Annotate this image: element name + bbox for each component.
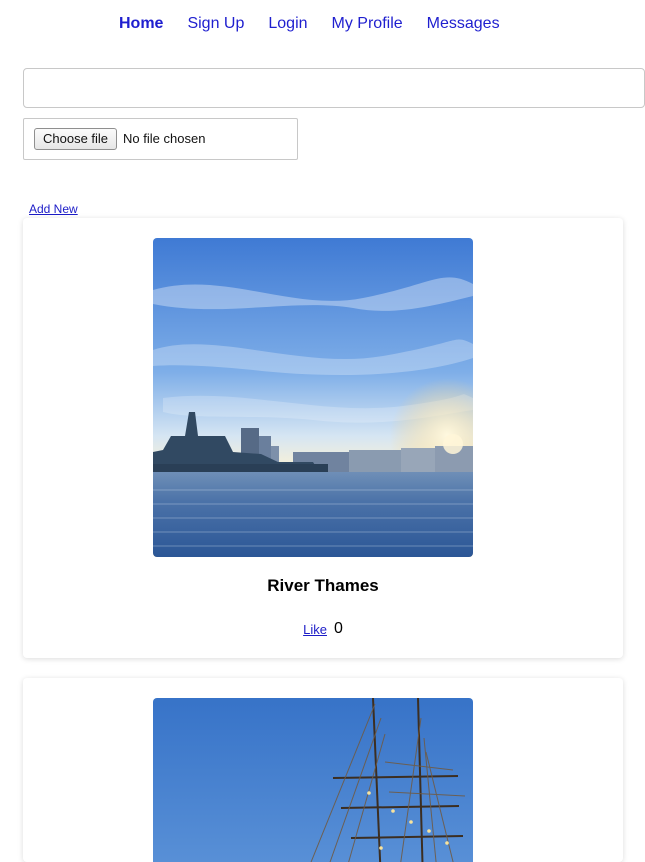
nav-sign-up[interactable]: Sign Up xyxy=(187,14,244,34)
post-title-input[interactable] xyxy=(23,68,645,108)
file-upload-field[interactable]: Choose file No file chosen xyxy=(23,118,298,160)
ship-rigging-photo xyxy=(153,698,473,862)
like-button[interactable]: Like xyxy=(303,620,327,640)
like-row: Like 0 xyxy=(23,618,623,640)
post-image xyxy=(153,238,473,557)
post-card xyxy=(23,678,623,862)
like-count: 0 xyxy=(333,620,343,637)
file-status-text: No file chosen xyxy=(123,131,206,146)
top-navigation: Home Sign Up Login My Profile Messages xyxy=(119,14,500,34)
nav-home[interactable]: Home xyxy=(119,14,163,34)
nav-messages[interactable]: Messages xyxy=(427,14,500,34)
post-card: River Thames Like 0 xyxy=(23,218,623,658)
post-title: River Thames xyxy=(267,576,379,595)
nav-my-profile[interactable]: My Profile xyxy=(332,14,403,34)
add-new-link[interactable]: Add New xyxy=(29,201,78,217)
post-image xyxy=(153,698,473,862)
nav-login[interactable]: Login xyxy=(268,14,307,34)
choose-file-button[interactable]: Choose file xyxy=(34,128,118,150)
river-thames-photo xyxy=(153,238,473,557)
